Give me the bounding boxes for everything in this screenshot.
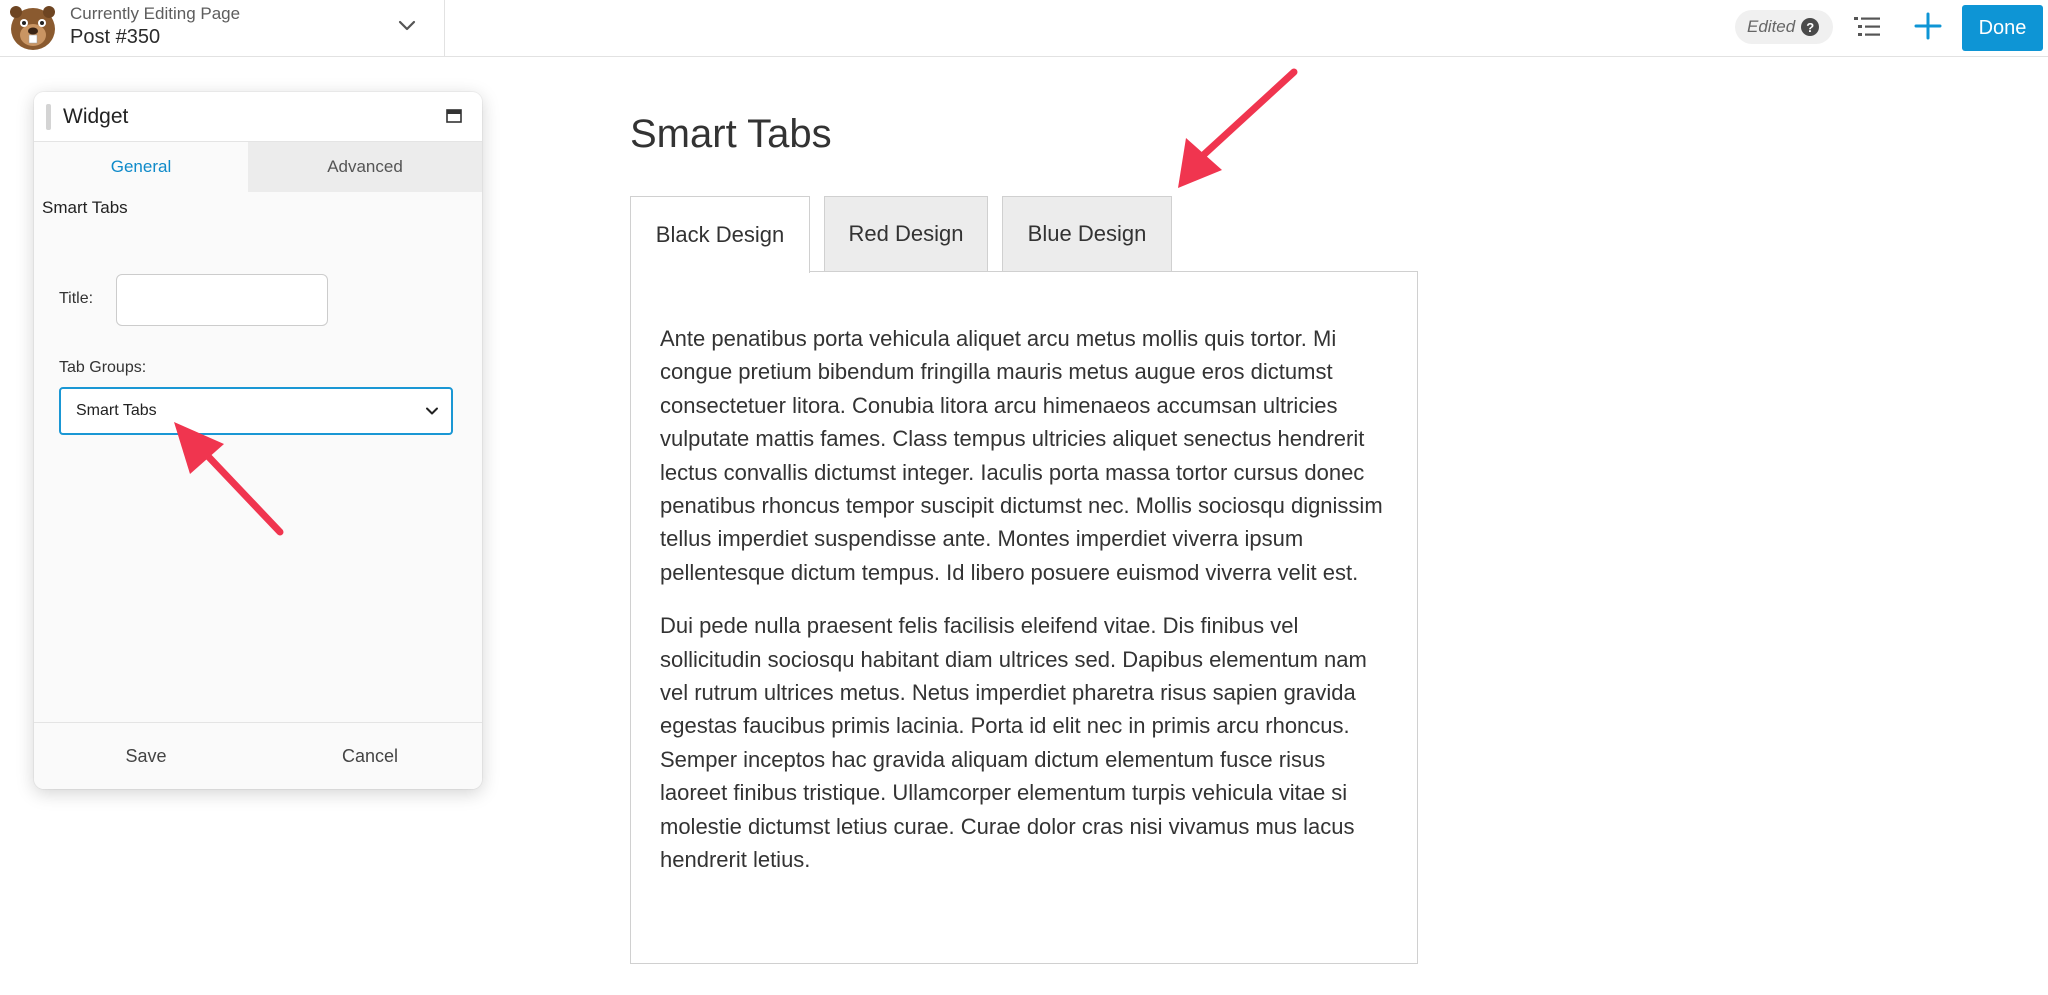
panel-footer: Save Cancel	[34, 722, 482, 789]
section-title: Smart Tabs	[42, 198, 128, 217]
tab-black-design[interactable]: Black Design	[630, 196, 810, 273]
outline-list-icon[interactable]	[1852, 13, 1882, 41]
done-button[interactable]: Done	[1962, 5, 2043, 51]
tab-content-panel: Ante penatibus porta vehicula aliquet ar…	[630, 271, 1418, 964]
title-input[interactable]	[116, 274, 328, 326]
tab-general[interactable]: General	[34, 142, 248, 192]
page-heading: Smart Tabs	[630, 112, 832, 156]
content-paragraph: Ante penatibus porta vehicula aliquet ar…	[660, 326, 1383, 585]
tab-groups-label: Tab Groups:	[59, 359, 147, 376]
tab-groups-select[interactable]: Smart Tabs	[59, 387, 453, 435]
save-button[interactable]: Save	[34, 723, 258, 789]
divider	[444, 0, 445, 56]
widget-settings-panel: Widget General Advanced Smart Tabs Title…	[34, 92, 482, 789]
panel-title: Widget	[63, 105, 129, 128]
chevron-down-icon[interactable]	[395, 14, 419, 38]
content-paragraph: Dui pede nulla praesent felis facilisis …	[660, 613, 1367, 873]
editing-label: Currently Editing Page	[70, 4, 241, 23]
title-label: Title:	[59, 290, 94, 307]
tab-blue-design[interactable]: Blue Design	[1002, 196, 1172, 272]
tab-groups-value: Smart Tabs	[76, 402, 157, 419]
help-icon[interactable]: ?	[1801, 18, 1820, 36]
cancel-button[interactable]: Cancel	[258, 723, 482, 789]
top-bar: Currently Editing Page Post #350 Edited …	[0, 0, 2048, 57]
panel-header[interactable]: Widget	[34, 92, 482, 142]
drag-handle[interactable]	[46, 104, 51, 130]
edited-label: Edited	[1747, 17, 1796, 36]
maximize-icon[interactable]	[446, 109, 462, 123]
edited-status-badge[interactable]: Edited ?	[1735, 10, 1833, 44]
plus-icon[interactable]	[1913, 11, 1943, 41]
annotation-arrow-tabs	[1178, 68, 1298, 188]
tab-advanced[interactable]: Advanced	[248, 142, 482, 192]
beaver-logo[interactable]	[4, 2, 60, 52]
tab-red-design[interactable]: Red Design	[824, 196, 988, 272]
chevron-down-icon	[426, 407, 438, 415]
editing-page-title: Post #350	[70, 26, 161, 48]
